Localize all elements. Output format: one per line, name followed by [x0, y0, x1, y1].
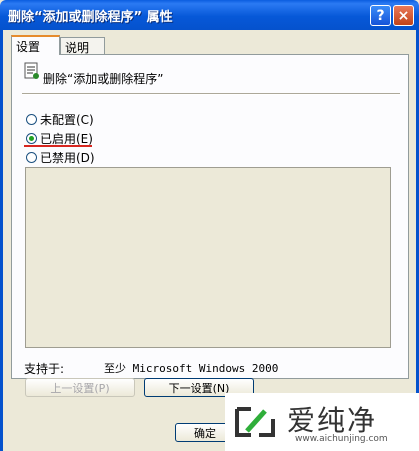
tab-explain[interactable]: 说明: [60, 37, 105, 55]
help-button[interactable]: ?: [370, 5, 391, 26]
radio-disabled[interactable]: 已禁用(D): [26, 149, 95, 165]
policy-setting-icon: [24, 62, 39, 79]
watermark-url: www.aichunjing.com: [295, 434, 388, 444]
supported-on-value: 至少 Microsoft Windows 2000: [104, 362, 279, 375]
radio-button-checked[interactable]: [26, 132, 37, 144]
policy-name: 删除“添加或删除程序”: [43, 72, 164, 86]
tab-settings[interactable]: 设置: [11, 35, 60, 55]
annotation-underline: [24, 145, 92, 147]
radio-button[interactable]: [26, 151, 37, 163]
radio-label: 已禁用(D): [40, 150, 95, 165]
watermark-text: 爱纯净: [287, 404, 378, 437]
previous-setting-button[interactable]: 上一设置(P): [25, 378, 135, 397]
watermark-logo-icon: [235, 407, 275, 437]
help-icon: ?: [376, 7, 385, 24]
watermark: 爱纯净 www.aichunjing.com: [225, 393, 419, 451]
options-area: [25, 167, 391, 348]
radio-enabled[interactable]: 已启用(E): [26, 130, 93, 146]
close-button[interactable]: ×: [393, 5, 414, 26]
close-icon: ×: [397, 7, 410, 24]
supported-on-label: 支持于:: [24, 362, 65, 376]
radio-label: 未配置(C): [40, 112, 94, 127]
title-bar: 删除“添加或删除程序” 属性 ? ×: [0, 0, 419, 30]
radio-not-configured[interactable]: 未配置(C): [26, 111, 94, 127]
radio-button[interactable]: [26, 113, 37, 125]
divider: [22, 93, 400, 95]
radio-label: 已启用(E): [40, 131, 93, 146]
window-title: 删除“添加或删除程序” 属性: [8, 10, 173, 25]
